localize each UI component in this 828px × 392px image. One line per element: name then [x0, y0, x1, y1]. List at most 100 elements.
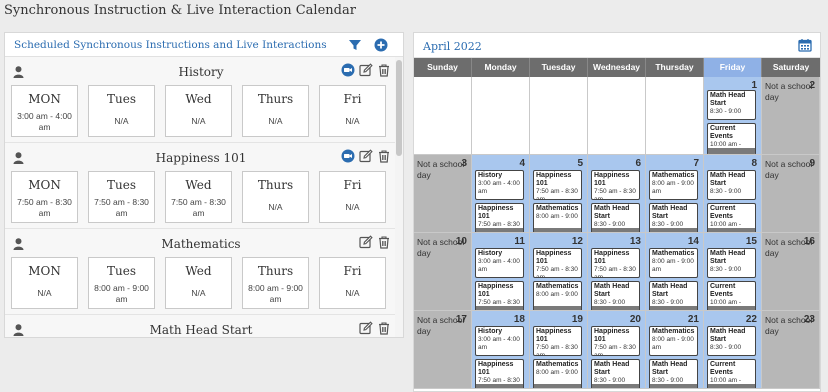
calendar-event[interactable]: Happiness 101 7:50 am - 8:30 am [533, 170, 582, 200]
calendar-day-cell[interactable]: 11 History 3:00 am - 4:00 am Happiness 101 7… [472, 233, 530, 311]
trash-icon[interactable] [377, 149, 391, 163]
course-list: History MON 3:00 am - 4:00 am Tues N/A Wed N/A… [5, 57, 397, 337]
scrollbar[interactable] [395, 57, 403, 337]
date-number: 4 [519, 158, 525, 169]
calendar-day-cell[interactable]: 22 Math Head Start 8:30 - 9:00 Current Even… [704, 311, 762, 389]
calendar-day-cell[interactable]: 9 Not a school day [762, 155, 820, 233]
course-name: Mathematics [161, 237, 241, 251]
calendar-day-cell[interactable]: 14 Mathematics 8:00 am - 9:00 am Math Head … [646, 233, 704, 311]
calendar-day-cell[interactable]: 2 Not a school day [762, 77, 820, 155]
weekday-schedule-row: MON N/A Tues 8:00 am - 9:00 am Wed N/A Thurs 8:… [11, 257, 386, 309]
event-title: History [478, 328, 503, 335]
event-title: History [478, 250, 503, 257]
calendar-icon[interactable] [798, 38, 812, 52]
event-title: Math Head Start [710, 172, 746, 187]
date-number: 19 [571, 314, 583, 325]
calendar-event[interactable]: Happiness 101 7:50 am - 8:30 am [591, 170, 640, 200]
panel-header: Scheduled Synchronous Instructions and L… [5, 33, 403, 57]
plus-circle-icon[interactable] [374, 38, 388, 52]
calendar-event[interactable]: Math Head Start 8:30 - 9:00 [707, 326, 756, 356]
filter-icon[interactable] [348, 38, 362, 52]
calendar-event[interactable]: Happiness 101 7:50 am - 8:30 am [591, 248, 640, 278]
calendar-panel: April 2022 Sunday Monday Tuesday Wednesday T… [413, 32, 821, 392]
calendar-day-cell[interactable]: 15 Math Head Start 8:30 - 9:00 Current Even… [704, 233, 762, 311]
calendar-event[interactable]: History 3:00 am - 4:00 am [475, 326, 524, 356]
event-overflow-shade [592, 384, 639, 388]
calendar-day-cell[interactable]: 21 Mathematics 8:00 am - 9:00 am Math Head … [646, 311, 704, 389]
trash-icon[interactable] [377, 63, 391, 77]
calendar-day-cell[interactable]: 10 Not a school day [414, 233, 472, 311]
day-name: Fri [343, 264, 362, 278]
trash-icon[interactable] [377, 321, 391, 335]
calendar-event[interactable]: Happiness 101 7:50 am - 8:30 [475, 203, 524, 232]
calendar-day-cell[interactable]: 4 History 3:00 am - 4:00 am Happiness 101 7:… [472, 155, 530, 233]
calendar-event[interactable]: Math Head Start 8:30 - 9:00 [649, 203, 698, 232]
calendar-day-cell[interactable]: 18 History 3:00 am - 4:00 am Happiness 101 7… [472, 311, 530, 389]
edit-icon[interactable] [359, 321, 373, 335]
calendar-event[interactable]: Math Head Start 8:30 - 9:00 [591, 359, 640, 388]
calendar-event[interactable]: Current Events 10:00 am - [707, 123, 756, 154]
video-icon[interactable] [341, 149, 355, 163]
calendar-event[interactable]: Current Events 10:00 am - [707, 359, 756, 388]
calendar-event[interactable]: Mathematics 8:00 am - 9:00 am [649, 170, 698, 200]
calendar-day-cell[interactable]: 20 Happiness 101 7:50 am - 8:30 am Math Hea… [588, 311, 646, 389]
calendar-day-cell[interactable]: 16 Not a school day [762, 233, 820, 311]
date-number: 7 [693, 158, 699, 169]
calendar-event[interactable]: Current Events 10:00 am - [707, 281, 756, 310]
calendar-day-cell[interactable]: 19 Happiness 101 7:50 am - 8:30 am Mathemat… [530, 311, 588, 389]
calendar-event[interactable]: History 3:00 am - 4:00 am [475, 248, 524, 278]
calendar-event[interactable]: Happiness 101 7:50 am - 8:30 [475, 281, 524, 310]
calendar-event[interactable]: Math Head Start 8:30 - 9:00 [591, 203, 640, 232]
day-time: 8:00 am - 9:00 am [248, 283, 303, 304]
calendar-day-cell[interactable]: 23 Not a school day [762, 311, 820, 389]
calendar-day-cell[interactable]: 5 Happiness 101 7:50 am - 8:30 am Mathemati… [530, 155, 588, 233]
course-actions [359, 321, 391, 335]
edit-icon[interactable] [359, 149, 373, 163]
calendar-day-cell[interactable]: 1 Math Head Start 8:30 - 9:00 Current Event… [704, 77, 762, 155]
calendar-event[interactable]: Mathematics 8:00 am - 9:00 [533, 203, 582, 232]
calendar-day-cell[interactable]: 7 Mathematics 8:00 am - 9:00 am Math Head S… [646, 155, 704, 233]
chevron-down-icon[interactable] [728, 385, 736, 388]
calendar-event[interactable]: History 3:00 am - 4:00 am [475, 170, 524, 200]
day-slot: Fri N/A [319, 257, 386, 309]
calendar-day-cell[interactable]: 6 Happiness 101 7:50 am - 8:30 am Math Head… [588, 155, 646, 233]
calendar-day-cell [530, 77, 588, 155]
event-title: Happiness 101 [478, 361, 514, 376]
calendar-day-cell[interactable]: 8 Math Head Start 8:30 - 9:00 Current Event… [704, 155, 762, 233]
event-title: Happiness 101 [536, 172, 572, 187]
calendar-day-cell[interactable]: 12 Happiness 101 7:50 am - 8:30 am Mathemat… [530, 233, 588, 311]
chevron-down-icon[interactable] [554, 385, 562, 388]
calendar-day-cell[interactable]: 13 Happiness 101 7:50 am - 8:30 am Math Hea… [588, 233, 646, 311]
calendar-event[interactable]: Math Head Start 8:30 - 9:00 [649, 281, 698, 310]
calendar-event[interactable]: Happiness 101 7:50 am - 8:30 am [533, 326, 582, 356]
calendar-event[interactable]: Math Head Start 8:30 - 9:00 [707, 90, 756, 120]
calendar-event[interactable]: Current Events 10:00 am - [707, 203, 756, 232]
day-slot: Fri N/A [319, 171, 386, 223]
calendar-day-cell[interactable]: 17 Not a school day [414, 311, 472, 389]
calendar-event[interactable]: Math Head Start 8:30 - 9:00 [707, 248, 756, 278]
calendar-event[interactable]: Math Head Start 8:30 - 9:00 [707, 170, 756, 200]
calendar-event[interactable]: Mathematics 8:00 am - 9:00 [533, 281, 582, 310]
video-icon[interactable] [341, 63, 355, 77]
edit-icon[interactable] [359, 235, 373, 249]
chevron-down-icon[interactable] [670, 385, 678, 388]
edit-icon[interactable] [359, 63, 373, 77]
chevron-down-icon[interactable] [612, 385, 620, 388]
event-title: Math Head Start [594, 361, 630, 376]
not-school-day-label: Not a school day [417, 237, 465, 258]
calendar-event[interactable]: Mathematics 8:00 am - 9:00 am [649, 248, 698, 278]
calendar-day-cell[interactable]: 3 Not a school day [414, 155, 472, 233]
calendar-event[interactable]: Happiness 101 7:50 am - 8:30 [475, 359, 524, 388]
chevron-down-icon[interactable] [496, 385, 504, 388]
calendar-event[interactable]: Mathematics 8:00 am - 9:00 am [649, 326, 698, 356]
event-time: 8:00 am - 9:00 [536, 369, 578, 376]
calendar-event[interactable]: Happiness 101 7:50 am - 8:30 am [591, 326, 640, 356]
event-title: Math Head Start [652, 283, 688, 298]
date-number: 21 [687, 314, 699, 325]
calendar-event[interactable]: Math Head Start 8:30 - 9:00 [591, 281, 640, 310]
calendar-event[interactable]: Math Head Start 8:30 - 9:00 [649, 359, 698, 388]
trash-icon[interactable] [377, 235, 391, 249]
calendar-event[interactable]: Happiness 101 7:50 am - 8:30 am [533, 248, 582, 278]
scrollbar-thumb[interactable] [396, 60, 402, 156]
calendar-event[interactable]: Mathematics 8:00 am - 9:00 [533, 359, 582, 388]
